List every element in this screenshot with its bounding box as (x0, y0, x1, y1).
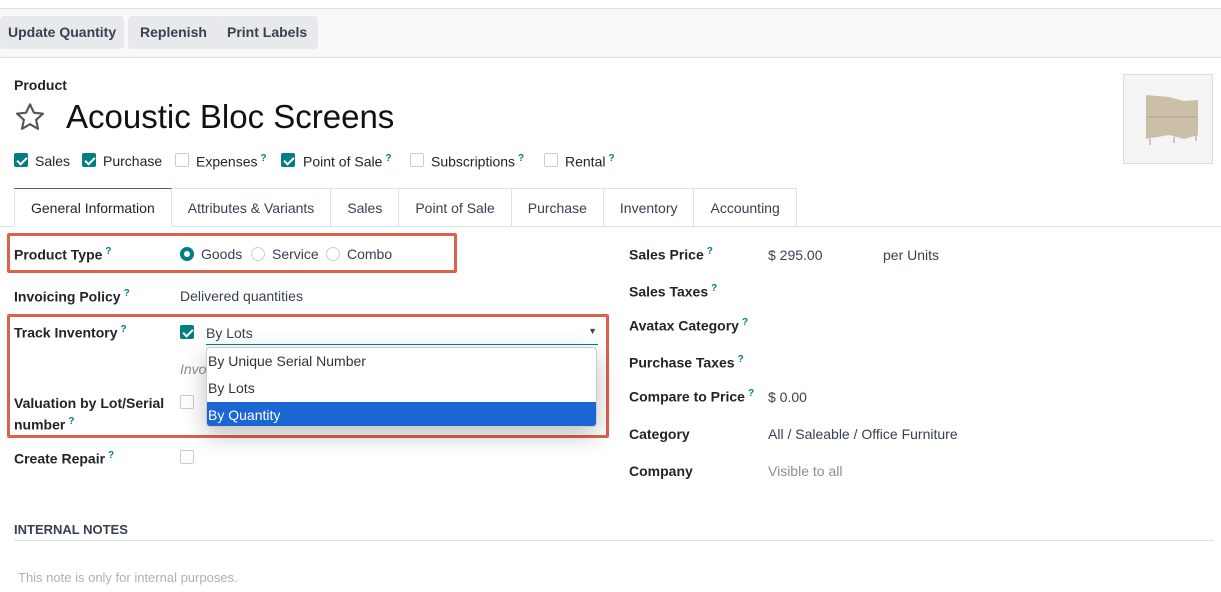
category-label: Category (629, 426, 690, 442)
avatax-category-label: Avatax Category? (629, 317, 748, 334)
tab-point-of-sale[interactable]: Point of Sale (399, 188, 512, 227)
sales-taxes-text: Sales Taxes (629, 283, 709, 300)
help-icon[interactable]: ? (518, 153, 524, 164)
help-icon[interactable]: ? (742, 317, 748, 328)
help-icon[interactable]: ? (738, 354, 744, 365)
help-icon[interactable]: ? (108, 450, 114, 461)
create-repair-text: Create Repair (14, 450, 106, 467)
help-icon[interactable]: ? (385, 153, 391, 164)
category-input[interactable]: All / Saleable / Office Furniture (768, 426, 958, 442)
point-of-sale-checkbox[interactable] (281, 153, 295, 167)
compare-price-label: Compare to Price? (629, 388, 754, 405)
product-photo (1146, 95, 1198, 145)
help-icon[interactable]: ? (748, 388, 754, 399)
rental-text: Rental (565, 153, 606, 170)
tab-inventory[interactable]: Inventory (603, 188, 695, 227)
subscriptions-text: Subscriptions (431, 153, 516, 170)
print-labels-button[interactable]: Print Labels (216, 16, 319, 49)
option-serial-number[interactable]: By Unique Serial Number (207, 348, 596, 375)
purchase-taxes-label: Purchase Taxes? (629, 354, 744, 371)
help-icon[interactable]: ? (707, 246, 713, 257)
subscriptions-label: Subscriptions? (431, 153, 524, 170)
sales-taxes-label: Sales Taxes? (629, 283, 717, 300)
company-input[interactable]: Visible to all (768, 463, 842, 479)
sales-price-label: Sales Price? (629, 246, 713, 263)
option-quantity[interactable]: By Quantity (207, 402, 596, 426)
company-label: Company (629, 463, 693, 479)
purchase-checkbox[interactable] (82, 153, 96, 167)
point-of-sale-label: Point of Sale? (303, 153, 392, 170)
create-repair-label: Create Repair? (14, 450, 114, 467)
tab-purchase[interactable]: Purchase (511, 188, 604, 227)
help-icon[interactable]: ? (711, 283, 717, 294)
tracking-dropdown: By Unique Serial Number By Lots By Quant… (206, 347, 597, 427)
expenses-label: Expenses? (196, 153, 267, 170)
help-icon[interactable]: ? (260, 153, 266, 164)
point-of-sale-text: Point of Sale (303, 153, 383, 170)
option-lots[interactable]: By Lots (207, 375, 596, 402)
rental-checkbox[interactable] (544, 153, 558, 167)
help-icon[interactable]: ? (608, 153, 614, 164)
notebook-tabs: General Information Attributes & Variant… (14, 188, 797, 227)
sales-price-text: Sales Price (629, 246, 704, 263)
breadcrumb: Product (14, 77, 67, 93)
control-panel: Update Quantity Replenish Print Labels (0, 8, 1221, 58)
sales-checkbox[interactable] (14, 153, 28, 167)
purchase-label: Purchase (103, 153, 163, 169)
sales-label: Sales (35, 153, 71, 169)
page-title: Acoustic Bloc Screens (66, 98, 395, 135)
help-icon[interactable]: ? (124, 288, 130, 299)
invoicing-policy-label: Invoicing Policy? (14, 288, 130, 305)
sales-price-unit: per Units (883, 247, 940, 263)
compare-price-text: Compare to Price (629, 388, 745, 405)
rental-label: Rental? (565, 153, 615, 170)
tab-general-information[interactable]: General Information (14, 188, 172, 227)
purchase-taxes-text: Purchase Taxes (629, 354, 735, 371)
product-image[interactable] (1123, 74, 1213, 164)
expenses-checkbox[interactable] (175, 153, 189, 167)
sales-price-input[interactable]: $ 295.00 (768, 247, 823, 263)
invoicing-policy-text: Invoicing Policy (14, 288, 121, 305)
compare-price-input[interactable]: $ 0.00 (768, 389, 807, 405)
highlight-box-product-type (7, 233, 457, 273)
expenses-text: Expenses (196, 153, 258, 170)
create-repair-checkbox[interactable] (180, 450, 194, 464)
invoicing-policy-value[interactable]: Delivered quantities (180, 288, 303, 304)
avatax-category-text: Avatax Category (629, 317, 739, 334)
tab-attributes-variants[interactable]: Attributes & Variants (171, 188, 332, 227)
update-quantity-button[interactable]: Update Quantity (0, 16, 125, 49)
replenish-button[interactable]: Replenish (128, 16, 219, 49)
internal-notes-input[interactable]: This note is only for internal purposes. (18, 570, 238, 585)
tab-sales[interactable]: Sales (331, 188, 400, 227)
star-outline-icon[interactable] (13, 101, 47, 133)
tab-accounting[interactable]: Accounting (694, 188, 797, 227)
internal-notes-heading: INTERNAL NOTES (14, 522, 128, 537)
notes-divider (14, 540, 1214, 541)
subscriptions-checkbox[interactable] (410, 153, 424, 167)
